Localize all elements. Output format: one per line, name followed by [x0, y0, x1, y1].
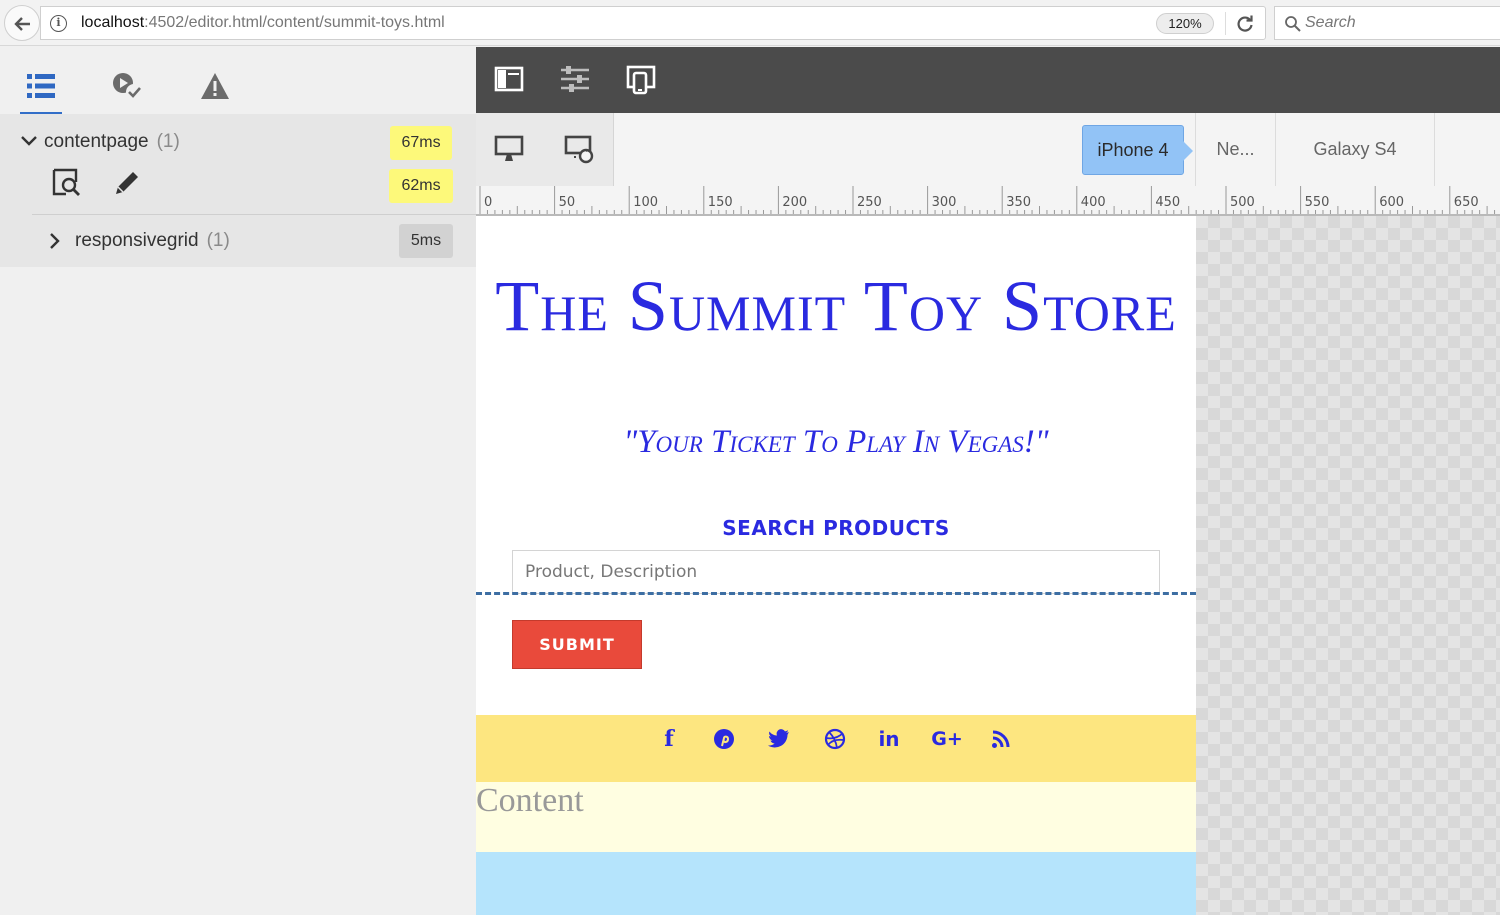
edit-pencil-icon[interactable] — [112, 168, 142, 198]
ruler-label: 0 — [484, 195, 492, 210]
social-bar: f in G+ — [476, 715, 1196, 782]
device-tab-ne[interactable]: Ne... — [1195, 113, 1275, 186]
ruler-label: 450 — [1155, 195, 1180, 210]
device-tab-iphone-4[interactable]: iPhone 4 — [1082, 125, 1193, 175]
canvas-background — [1196, 216, 1500, 915]
left-panel: contentpage (1) 67ms 62ms responsivegrid(… — [0, 47, 476, 915]
twitter-icon[interactable] — [764, 726, 794, 752]
ruler-label: 300 — [932, 195, 957, 210]
store-tagline: "Your Ticket To Play In Vegas!" — [623, 424, 1049, 460]
arrow-left-icon — [14, 17, 30, 31]
zoom-badge[interactable]: 120% — [1156, 13, 1214, 34]
footer-area[interactable] — [476, 852, 1196, 915]
google-plus-icon[interactable]: G+ — [930, 726, 964, 752]
device-tab-galaxy-s4[interactable]: Galaxy S4 — [1275, 113, 1435, 186]
editor-toolbar — [476, 47, 1500, 113]
play-check-icon — [113, 73, 142, 100]
side-panel-icon[interactable] — [494, 65, 524, 93]
search-products-heading: SEARCH PRODUCTS — [722, 516, 950, 540]
magnifier-icon — [1285, 16, 1301, 32]
ruler-label: 550 — [1305, 195, 1330, 210]
store-title: The Summit Toy Store — [495, 266, 1177, 346]
url-path: :4502/editor.html/content/summit-toys.ht… — [144, 14, 445, 31]
dribbble-icon[interactable] — [820, 726, 850, 752]
ruler-label: 400 — [1081, 195, 1106, 210]
browser-search-input[interactable] — [1305, 7, 1495, 39]
ruler-label: 200 — [782, 195, 807, 210]
submit-button[interactable]: SUBMIT — [512, 620, 642, 669]
chevron-right-icon[interactable] — [48, 232, 62, 250]
address-field[interactable]: i localhost:4502/editor.html/content/sum… — [40, 6, 1266, 40]
ruler-label: 150 — [708, 195, 733, 210]
chevron-down-icon[interactable] — [20, 134, 38, 148]
emulator-icon[interactable] — [626, 65, 656, 95]
address-divider — [1225, 12, 1226, 35]
ruler: 0 50 100 150 200 250 300 350 400 450 500 550 600 650 — [476, 186, 1500, 216]
tab-component-tree[interactable] — [20, 65, 62, 116]
sub-timing-badge: 62ms — [389, 169, 453, 203]
component-tree: contentpage (1) 67ms 62ms responsivegrid(… — [0, 114, 476, 267]
info-icon[interactable]: i — [50, 15, 67, 32]
ruler-label: 500 — [1230, 195, 1255, 210]
ruler-label: 50 — [559, 195, 576, 210]
list-icon — [27, 74, 55, 98]
pinterest-icon[interactable] — [709, 726, 739, 752]
emulator-controls — [476, 113, 614, 186]
tab-checks[interactable] — [106, 65, 148, 107]
tree-item-contentpage[interactable]: contentpage (1) 67ms 62ms — [0, 114, 476, 214]
desktop-icon[interactable] — [494, 135, 524, 163]
tab-warnings[interactable] — [194, 65, 236, 107]
facebook-icon[interactable]: f — [654, 726, 684, 752]
reload-icon[interactable] — [1235, 14, 1255, 34]
left-panel-tabs — [0, 47, 476, 116]
inspect-icon[interactable] — [52, 168, 82, 198]
browser-url-bar: i localhost:4502/editor.html/content/sum… — [0, 0, 1500, 46]
timing-badge: 67ms — [390, 126, 452, 160]
url-host: localhost — [81, 14, 145, 31]
dashed-divider — [476, 592, 1196, 595]
content-label: Content — [476, 782, 584, 819]
browser-search-box[interactable] — [1274, 6, 1500, 40]
content-area[interactable]: Content — [476, 782, 1196, 852]
ruler-label: 650 — [1454, 195, 1479, 210]
ruler-scale: 0 50 100 150 200 250 300 350 400 450 500 550 600 650 — [479, 186, 1496, 214]
back-button[interactable] — [4, 5, 40, 41]
tree-item-label: responsivegrid (1) — [75, 230, 230, 251]
rss-icon[interactable] — [986, 726, 1016, 752]
emulator-bar: iPhone 4 Ne... Galaxy S4 — [476, 113, 1500, 186]
ruler-label: 350 — [1006, 195, 1031, 210]
url-text[interactable]: localhost:4502/editor.html/content/summi… — [81, 14, 445, 32]
rotate-device-icon[interactable] — [564, 135, 596, 165]
ruler-label: 600 — [1379, 195, 1404, 210]
ruler-label: 100 — [633, 195, 658, 210]
page-preview: The Summit Toy Store "Your Ticket To Pla… — [476, 216, 1196, 915]
ruler-label: 250 — [857, 195, 882, 210]
product-search-input[interactable] — [512, 550, 1160, 594]
timing-badge: 5ms — [399, 224, 453, 258]
warning-icon — [201, 73, 229, 99]
tree-item-responsivegrid[interactable]: responsivegrid (1) 5ms — [0, 215, 476, 267]
linkedin-icon[interactable]: in — [874, 726, 904, 752]
tree-item-label: contentpage (1) — [44, 131, 180, 152]
properties-icon[interactable] — [560, 65, 590, 93]
